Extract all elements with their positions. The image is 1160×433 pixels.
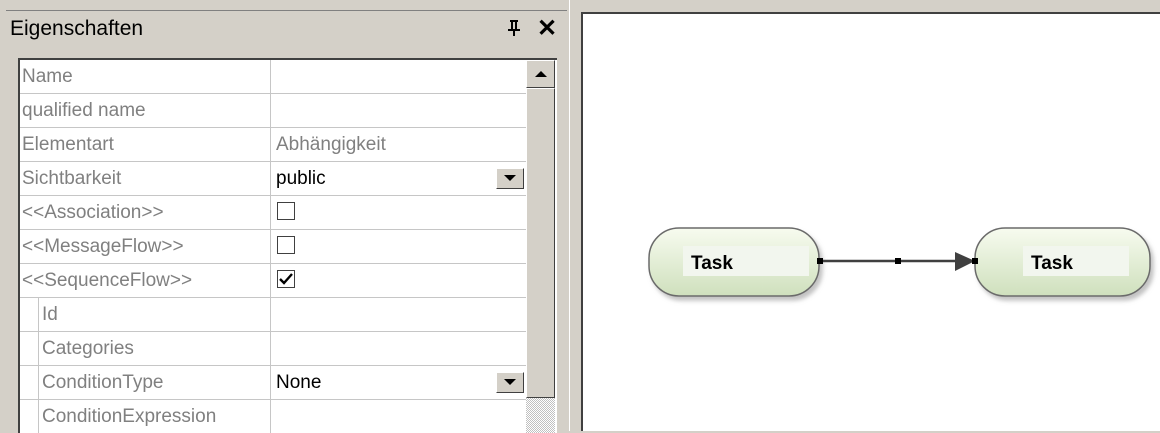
property-value-readonly: Abhängigkeit (276, 134, 386, 155)
dropdown-button[interactable] (496, 168, 524, 189)
property-row-association[interactable]: <<Association>> (20, 196, 526, 230)
property-value-checkbox-cell (272, 230, 526, 263)
panel-title: Eigenschaften (10, 17, 144, 40)
property-value-input[interactable] (272, 94, 526, 127)
property-value-select[interactable]: public (272, 162, 526, 195)
vertical-scrollbar[interactable] (526, 60, 555, 433)
property-row-name[interactable]: Name (20, 60, 526, 94)
checkmark-icon (279, 273, 293, 285)
connector-handle[interactable] (972, 258, 978, 264)
property-row-visibility[interactable]: Sichtbarkeit public (20, 162, 526, 196)
scrollbar-track[interactable] (526, 398, 555, 433)
chevron-up-icon (534, 70, 547, 77)
property-value-input[interactable] (272, 400, 526, 433)
property-row-categories[interactable]: Categories (20, 332, 526, 366)
property-name: <<SequenceFlow>> (20, 264, 271, 297)
properties-panel: Eigenschaften ✕ Name qualified name Elem… (0, 0, 569, 433)
property-value-checkbox-cell (272, 264, 526, 297)
property-row-qualified-name[interactable]: qualified name (20, 94, 526, 128)
property-name: ConditionType (20, 366, 271, 399)
property-value-checkbox-cell (272, 196, 526, 229)
select-value: public (276, 168, 326, 189)
scrollbar-thumb[interactable] (526, 88, 555, 398)
select-value: None (276, 372, 322, 393)
property-row-element-type: Elementart Abhängigkeit (20, 128, 526, 162)
task-label: Task (691, 253, 733, 274)
property-row-condition-type[interactable]: ConditionType None (20, 366, 526, 400)
connector-handle[interactable] (817, 258, 823, 264)
property-name: Categories (20, 332, 271, 365)
dropdown-button[interactable] (496, 372, 524, 393)
sequence-flow-connector[interactable] (817, 252, 978, 271)
property-row-condition-expression[interactable]: ConditionExpression (20, 400, 526, 433)
messageflow-checkbox[interactable] (277, 236, 295, 254)
property-name: Elementart (20, 128, 271, 161)
task-label: Task (1031, 253, 1073, 274)
panel-titlebar: Eigenschaften ✕ (6, 10, 567, 47)
property-name: <<Association>> (20, 196, 271, 229)
scroll-up-button[interactable] (526, 60, 555, 88)
task-node[interactable]: Task (974, 227, 1151, 297)
property-value-input[interactable] (272, 60, 526, 93)
connector-handle[interactable] (895, 258, 901, 264)
bpmn-diagram: Task Task (648, 227, 1151, 297)
property-grid: Name qualified name Elementart Abhängigk… (18, 58, 557, 433)
association-checkbox[interactable] (277, 202, 295, 220)
chevron-down-icon (504, 175, 516, 181)
chevron-down-icon (504, 379, 516, 385)
property-value-input[interactable] (272, 298, 526, 331)
property-name: ConditionExpression (20, 400, 271, 433)
property-value-input[interactable] (272, 332, 526, 365)
property-name: Name (20, 60, 271, 93)
property-row-messageflow[interactable]: <<MessageFlow>> (20, 230, 526, 264)
task-node[interactable]: Task (648, 227, 820, 297)
property-name: Id (20, 298, 271, 331)
pin-icon[interactable] (502, 14, 526, 42)
sequenceflow-checkbox[interactable] (277, 270, 295, 288)
property-row-sequenceflow[interactable]: <<SequenceFlow>> (20, 264, 526, 298)
property-value-select[interactable]: None (272, 366, 526, 399)
property-name: qualified name (20, 94, 271, 127)
property-name: <<MessageFlow>> (20, 230, 271, 263)
close-icon[interactable]: ✕ (534, 14, 560, 42)
property-name: Sichtbarkeit (20, 162, 271, 195)
property-row-id[interactable]: Id (20, 298, 526, 332)
diagram-canvas[interactable]: Task Task (581, 12, 1160, 431)
